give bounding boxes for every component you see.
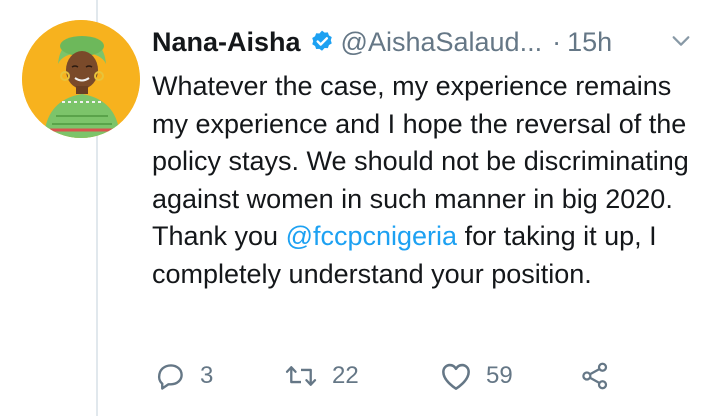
mention-link[interactable]: @fccpcnigeria [286,221,457,251]
author-display-name[interactable]: Nana-Aisha [152,27,301,58]
share-button[interactable] [580,361,610,391]
retweet-icon [284,361,318,391]
tweet-actions: 3 22 59 [152,361,692,401]
tweet[interactable]: Nana-Aisha @AishaSalaud... · 15h Whateve… [152,16,692,390]
avatar[interactable] [22,20,140,138]
heart-icon [440,361,472,391]
tweet-text: Whatever the case, my experience remains… [152,68,697,293]
header-separator: · [552,26,562,57]
retweet-button[interactable]: 22 [284,361,359,391]
reply-button[interactable]: 3 [156,361,213,391]
tweet-timestamp[interactable]: 15h [567,27,612,58]
verified-badge-icon [309,29,335,55]
author-handle[interactable]: @AishaSalaud... [341,27,543,58]
reply-count: 3 [200,362,214,389]
tweet-header: Nana-Aisha @AishaSalaud... · 15h [152,16,692,68]
avatar-illustration [22,20,140,138]
share-icon [580,361,610,391]
like-button[interactable]: 59 [440,361,513,391]
chevron-down-icon[interactable] [670,30,692,57]
retweet-count: 22 [332,362,359,389]
like-count: 59 [486,362,513,389]
reply-icon [156,361,186,391]
